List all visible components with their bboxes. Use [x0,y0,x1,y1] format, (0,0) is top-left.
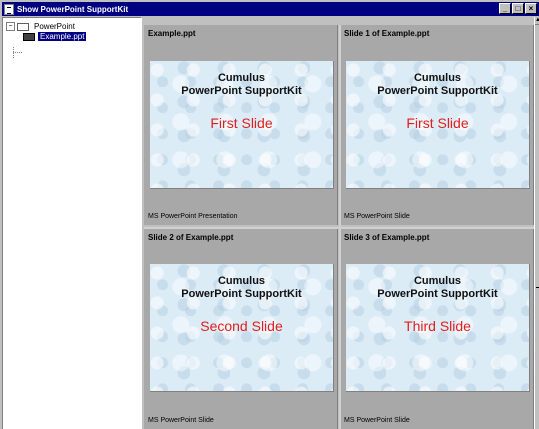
app-icon [4,3,14,15]
card-caption: MS PowerPoint Presentation [148,213,238,220]
slide-thumbnail[interactable]: Cumulus PowerPoint SupportKit First Slid… [346,61,530,189]
maximize-button[interactable]: □ [512,3,524,14]
tree-item-example-ppt[interactable]: Example.ppt [23,31,87,42]
slide-thumbnail[interactable]: Cumulus PowerPoint SupportKit First Slid… [150,61,334,189]
card-title: Example.ppt [148,29,196,38]
window-controls: _ □ × [499,3,537,14]
slide-subtitle: Third Slide [404,318,471,334]
card-title: Slide 1 of Example.ppt [344,29,430,38]
title-bar[interactable]: Show PowerPoint SupportKit _ □ × [2,2,539,16]
collapse-icon[interactable]: − [6,22,15,31]
thumbnail-card[interactable]: Example.ppt Cumulus PowerPoint SupportKi… [144,25,338,225]
slide-heading: Cumulus [217,72,266,84]
slide-heading: PowerPoint SupportKit [377,288,498,300]
slide-thumbnail[interactable]: Cumulus PowerPoint SupportKit Third Slid… [346,264,530,392]
folder-icon [23,32,35,41]
close-button[interactable]: × [525,3,537,14]
slide-subtitle: First Slide [210,115,273,131]
app-window: Show PowerPoint SupportKit _ □ × − Power… [0,0,539,429]
thumbnail-card[interactable]: Slide 3 of Example.ppt Cumulus PowerPoin… [340,229,534,429]
slide-heading: Cumulus [217,275,266,287]
folder-tree: − PowerPoint Example.ppt [2,17,142,429]
card-caption: MS PowerPoint Slide [344,417,410,424]
tree-connector [13,52,22,53]
card-caption: MS PowerPoint Slide [344,213,410,220]
slide-subtitle: Second Slide [200,318,283,334]
vertical-scrollbar[interactable]: ▲ [534,17,539,429]
slide-thumbnail[interactable]: Cumulus PowerPoint SupportKit Second Sli… [150,264,334,392]
slide-heading: Cumulus [413,72,462,84]
grid-divider [339,25,341,429]
card-title: Slide 3 of Example.ppt [344,233,430,242]
thumbnail-card[interactable]: Slide 2 of Example.ppt Cumulus PowerPoin… [144,229,338,429]
slide-subtitle: First Slide [406,115,469,131]
folder-open-icon [17,22,29,31]
slide-heading: PowerPoint SupportKit [181,288,302,300]
window-title: Show PowerPoint SupportKit [17,4,129,14]
tree-item-label: Example.ppt [38,32,87,41]
slide-heading: PowerPoint SupportKit [181,85,302,97]
card-caption: MS PowerPoint Slide [148,417,214,424]
tree-item-label: PowerPoint [34,22,75,31]
card-title: Slide 2 of Example.ppt [148,233,234,242]
minimize-button[interactable]: _ [499,3,511,14]
slide-heading: PowerPoint SupportKit [377,85,498,97]
slide-heading: Cumulus [413,275,462,287]
scroll-up-icon[interactable]: ▲ [535,17,539,25]
thumbnail-card[interactable]: Slide 1 of Example.ppt Cumulus PowerPoin… [340,25,534,225]
